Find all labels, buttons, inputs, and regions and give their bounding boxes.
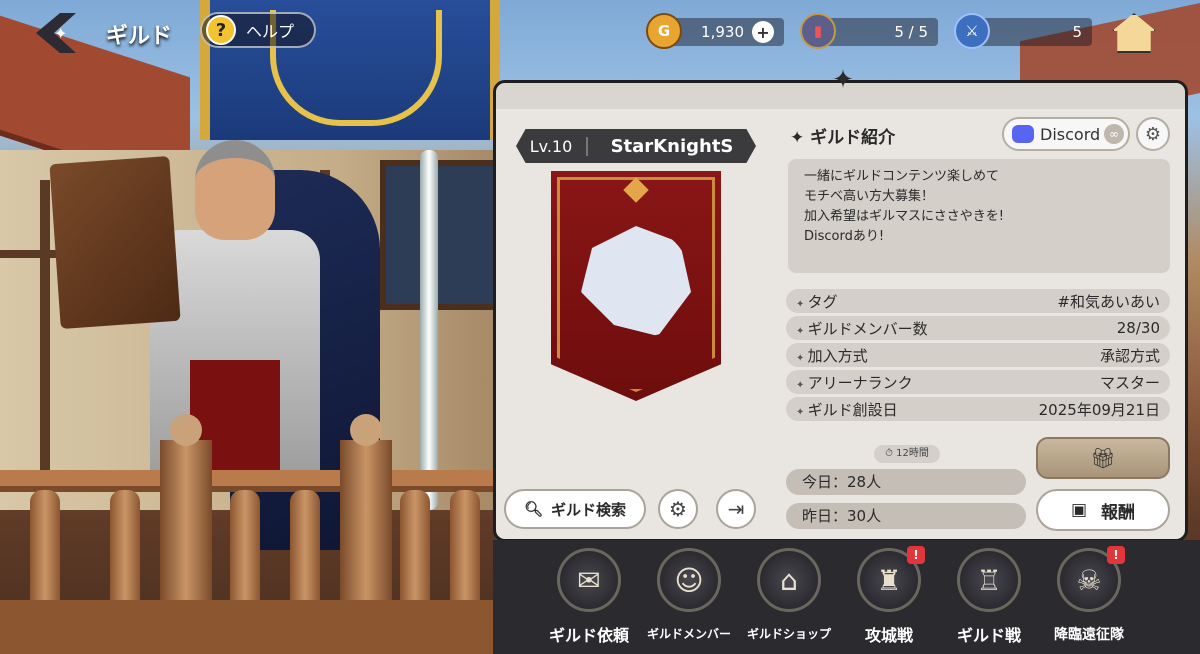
guild-name: StarKnightS — [610, 135, 734, 157]
quest-scroll-icon: ✉ — [557, 548, 621, 612]
gear-icon: ⚙ — [1144, 123, 1162, 145]
siege-button[interactable]: ♜ ! 攻城戦 — [839, 546, 939, 654]
discord-icon — [1012, 125, 1034, 143]
question-icon: ? — [206, 15, 236, 45]
home-icon — [1112, 13, 1156, 53]
guild-nameplate: Lv.10 StarKnightS — [516, 129, 756, 163]
guild-info-panel: ✦ Lv.10 StarKnightS 🔍︎ ギルド検索 ⚙ ⇥ ✦ ギルド紹介… — [493, 65, 1188, 542]
member-icon: ☺ — [657, 548, 721, 612]
yesterday-count: 昨日：30人 — [786, 503, 1026, 529]
sparkle-icon: ✦ — [54, 24, 68, 43]
info-row-arena-rank: アリーナランク マスター — [786, 370, 1170, 394]
description-line: 加入希望はギルマスにささやきを! — [804, 209, 1004, 224]
description-line: Discordあり! — [804, 229, 885, 244]
gold-coin-icon: G — [646, 13, 682, 49]
discord-button[interactable]: Discord ∞ — [1002, 117, 1130, 151]
dock-label: ギルド戦 — [956, 626, 1021, 645]
description-line: 一緒にギルドコンテンツ楽しめて — [804, 169, 1000, 184]
alert-badge: ! — [1107, 546, 1125, 564]
alert-badge: ! — [907, 546, 925, 564]
shop-icon: ⌂ — [757, 548, 821, 612]
intro-title: ✦ ギルド紹介 — [790, 128, 896, 148]
guild-banner — [551, 171, 721, 401]
today-count: 今日：28人 — [786, 469, 1026, 495]
add-gold-button[interactable]: + — [752, 21, 774, 43]
deck — [0, 600, 500, 654]
gear-icon: ⚙ — [669, 497, 687, 521]
guild-level: Lv.10 — [516, 136, 588, 156]
stamina-value: 5 / 5 — [894, 23, 928, 41]
search-list-icon: 🔍︎ — [523, 500, 544, 518]
guild-search-button[interactable]: 🔍︎ ギルド検索 — [504, 489, 646, 529]
intro-settings-button[interactable]: ⚙ — [1136, 117, 1170, 151]
reward-label: 報酬 — [1101, 502, 1136, 523]
info-row-members: ギルドメンバー数 28/30 — [786, 316, 1170, 340]
dock-label: ギルドメンバー — [646, 627, 731, 641]
dock-label: ギルドショップ — [746, 627, 831, 641]
back-button[interactable]: ✦ — [26, 10, 86, 56]
balcony-rail — [0, 470, 500, 492]
sword-ticket-counter: ⚔ 5 — [954, 13, 1092, 49]
clipboard — [49, 156, 181, 329]
raid-expedition-button[interactable]: ☠ ! 降臨遠征隊 — [1039, 546, 1139, 654]
help-label: ヘルプ — [246, 22, 295, 41]
discord-label: Discord — [1040, 124, 1101, 144]
info-row-tag: タグ #和気あいあい — [786, 289, 1170, 313]
dock-label: ギルド依頼 — [548, 626, 629, 645]
banner-ticket-icon: ▮ — [800, 13, 836, 49]
home-button[interactable] — [1106, 8, 1162, 58]
stamina-counter: ▮ 5 / 5 — [800, 13, 938, 49]
exit-door-icon: ⇥ — [727, 497, 745, 521]
guild-request-button[interactable]: ✉ ギルド依頼 — [539, 548, 639, 654]
guild-shop-button[interactable]: ⌂ ギルドショップ — [739, 548, 839, 654]
guild-emblem-card: Lv.10 StarKnightS — [506, 119, 776, 541]
leave-guild-button[interactable]: ⇥ — [716, 489, 756, 529]
gold-value: 1,930 — [701, 23, 744, 41]
diamond-ornament-icon: ✦ — [832, 65, 854, 95]
treasure-chest-icon: ▣ — [1070, 500, 1088, 520]
gift-icon: 🎁︎ — [1090, 446, 1116, 470]
gift-button[interactable]: 🎁︎ — [1036, 437, 1170, 479]
help-button[interactable]: ? ヘルプ — [200, 12, 316, 48]
description-line: モチベ高い方大募集！ — [804, 189, 935, 204]
gold-counter: G 1,930 + — [646, 13, 784, 49]
link-icon: ∞ — [1104, 124, 1124, 144]
info-row-join-method: 加入方式 承認方式 — [786, 343, 1170, 367]
guild-menu-dock: ✉ ギルド依頼 ☺ ギルドメンバー ⌂ ギルドショップ ♜ ! 攻城戦 ♖ ギル… — [493, 540, 1200, 654]
guild-settings-button[interactable]: ⚙ — [658, 489, 698, 529]
page-title: ギルド — [106, 24, 173, 49]
crossed-swords-icon: ⚔ — [954, 13, 990, 49]
reward-button[interactable]: ▣ 報酬 — [1036, 489, 1170, 531]
reset-timer: ⏱ 12時間 — [874, 445, 940, 463]
sword — [420, 150, 438, 510]
dock-label: 降臨遠征隊 — [1054, 627, 1124, 643]
info-row-founded: ギルド創設日 2025年09月21日 — [786, 397, 1170, 421]
sword-ticket-value: 5 — [1072, 23, 1082, 41]
dock-label: 攻城戦 — [864, 626, 913, 645]
guild-description: 一緒にギルドコンテンツ楽しめて モチベ高い方大募集！ 加入希望はギルマスにささや… — [788, 159, 1170, 273]
guild-search-label: ギルド検索 — [551, 500, 627, 519]
guild-members-button[interactable]: ☺ ギルドメンバー — [639, 548, 739, 654]
guild-war-button[interactable]: ♖ ギルド戦 — [939, 548, 1039, 654]
castle-icon: ♖ — [957, 548, 1021, 612]
